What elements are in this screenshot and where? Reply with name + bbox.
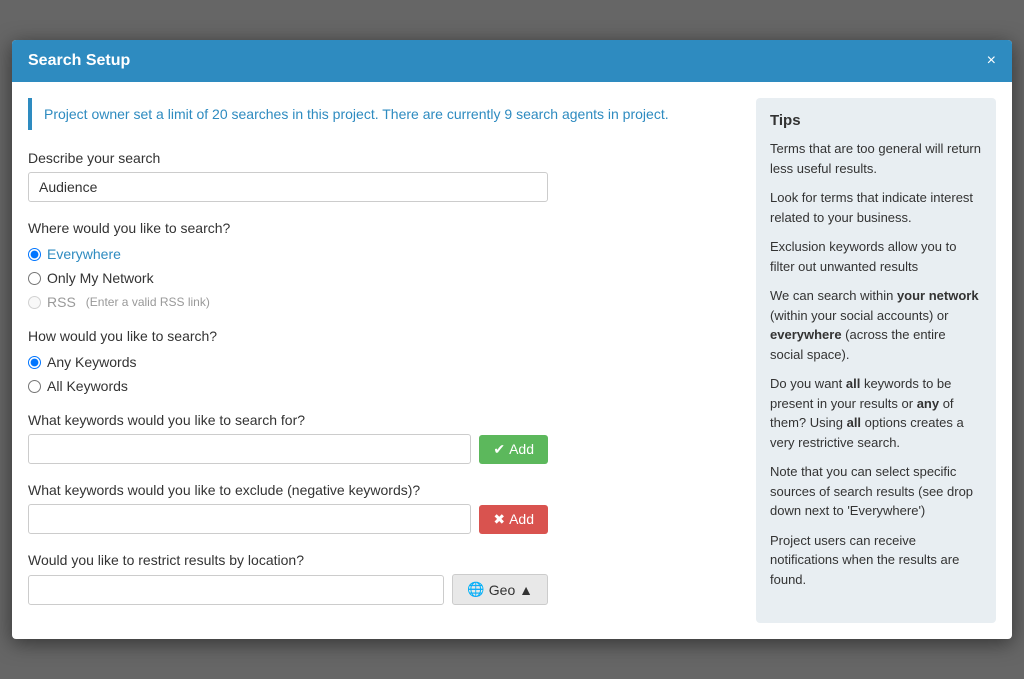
radio-everywhere-label: Everywhere <box>47 246 121 262</box>
tips-panel: Tips Terms that are too general will ret… <box>756 98 996 623</box>
location-label: Would you like to restrict results by lo… <box>28 552 740 568</box>
radio-only-my-network-input[interactable] <box>28 272 41 285</box>
exclude-group: What keywords would you like to exclude … <box>28 482 740 534</box>
exclude-input[interactable] <box>28 504 471 534</box>
radio-any-keywords-label: Any Keywords <box>47 354 136 370</box>
keywords-group: What keywords would you like to search f… <box>28 412 740 464</box>
radio-only-my-network-label: Only My Network <box>47 270 154 286</box>
x-icon: ✖ <box>493 511 505 528</box>
exclude-label: What keywords would you like to exclude … <box>28 482 740 498</box>
describe-label: Describe your search <box>28 150 740 166</box>
location-input[interactable] <box>28 575 444 605</box>
tip-1: Terms that are too general will return l… <box>770 139 982 178</box>
keywords-input[interactable] <box>28 434 471 464</box>
main-content: Project owner set a limit of 20 searches… <box>28 98 740 623</box>
geo-label: Geo ▲ <box>489 582 533 598</box>
where-group: Where would you like to search? Everywhe… <box>28 220 740 310</box>
radio-all-keywords-label: All Keywords <box>47 378 128 394</box>
geo-button[interactable]: 🌐 Geo ▲ <box>452 574 548 605</box>
radio-all-keywords-input[interactable] <box>28 380 41 393</box>
radio-rss[interactable]: RSS (Enter a valid RSS link) <box>28 294 740 310</box>
radio-everywhere[interactable]: Everywhere <box>28 246 740 262</box>
exclude-input-row: ✖ Add <box>28 504 548 534</box>
globe-icon: 🌐 <box>467 581 484 598</box>
how-label: How would you like to search? <box>28 328 740 344</box>
radio-only-my-network[interactable]: Only My Network <box>28 270 740 286</box>
keywords-label: What keywords would you like to search f… <box>28 412 740 428</box>
radio-everywhere-input[interactable] <box>28 248 41 261</box>
tip-6: Note that you can select specific source… <box>770 462 982 521</box>
modal-body: Project owner set a limit of 20 searches… <box>12 82 1012 639</box>
radio-any-keywords-input[interactable] <box>28 356 41 369</box>
describe-group: Describe your search <box>28 150 740 202</box>
keywords-add-label: Add <box>509 441 534 457</box>
radio-rss-input[interactable] <box>28 296 41 309</box>
where-label: Where would you like to search? <box>28 220 740 236</box>
exclude-add-label: Add <box>509 511 534 527</box>
tip-2: Look for terms that indicate interest re… <box>770 188 982 227</box>
exclude-add-button[interactable]: ✖ Add <box>479 505 548 534</box>
modal-header: Search Setup × <box>12 40 1012 82</box>
tips-title: Tips <box>770 112 982 129</box>
tip-7: Project users can receive notifications … <box>770 531 982 590</box>
tip-5: Do you want all keywords to be present i… <box>770 374 982 452</box>
checkmark-icon: ✔ <box>493 441 505 458</box>
where-radio-group: Everywhere Only My Network RSS (Enter a … <box>28 246 740 310</box>
how-group: How would you like to search? Any Keywor… <box>28 328 740 394</box>
search-setup-modal: Search Setup × Project owner set a limit… <box>12 40 1012 639</box>
radio-rss-label: RSS <box>47 294 76 310</box>
keywords-add-button[interactable]: ✔ Add <box>479 435 548 464</box>
describe-input[interactable] <box>28 172 548 202</box>
keywords-input-row: ✔ Add <box>28 434 548 464</box>
tip-3: Exclusion keywords allow you to filter o… <box>770 237 982 276</box>
modal-title: Search Setup <box>28 52 130 70</box>
radio-any-keywords[interactable]: Any Keywords <box>28 354 740 370</box>
banner-text: Project owner set a limit of 20 searches… <box>44 106 669 122</box>
how-radio-group: Any Keywords All Keywords <box>28 354 740 394</box>
info-banner: Project owner set a limit of 20 searches… <box>28 98 740 130</box>
location-group: Would you like to restrict results by lo… <box>28 552 740 605</box>
tip-4: We can search within your network (withi… <box>770 286 982 364</box>
location-input-row: 🌐 Geo ▲ <box>28 574 548 605</box>
close-button[interactable]: × <box>987 53 996 69</box>
radio-all-keywords[interactable]: All Keywords <box>28 378 740 394</box>
rss-hint: (Enter a valid RSS link) <box>86 295 210 309</box>
